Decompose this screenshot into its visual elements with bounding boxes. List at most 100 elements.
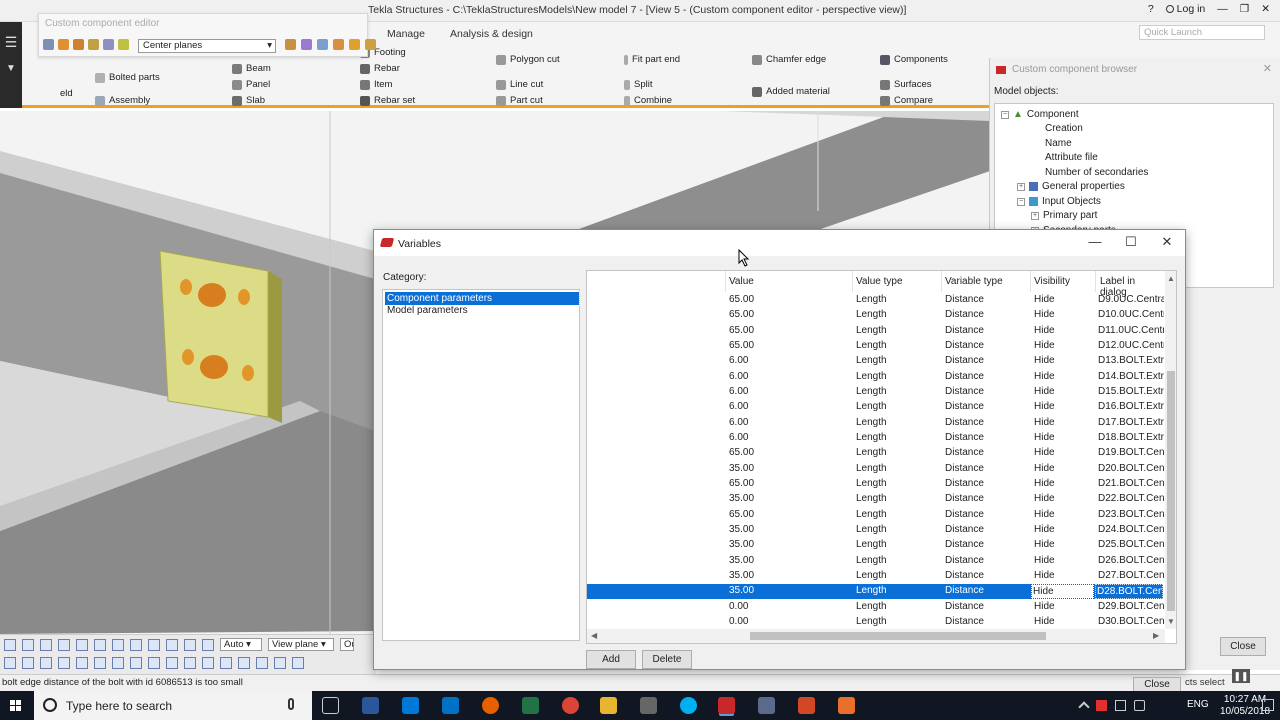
rebar-tool-icon[interactable] [365, 39, 376, 50]
cell-variable-type[interactable]: Distance [945, 493, 984, 504]
cell-label-in-dialog[interactable]: D30.BOLT.Cent [1098, 616, 1164, 627]
cell-visibility[interactable]: Hide [1034, 447, 1055, 458]
outline-select[interactable]: Ou [340, 638, 354, 651]
scroll-down-icon[interactable]: ▼ [1167, 617, 1175, 626]
select-parts-icon[interactable] [22, 638, 34, 651]
cell-label-in-dialog[interactable]: D25.BOLT.Cent [1098, 539, 1164, 550]
cell-value[interactable]: 35.00 [729, 539, 754, 550]
item-button[interactable]: Item [360, 79, 392, 90]
snap-perpendicular-icon[interactable] [166, 657, 178, 669]
snap-plane-icon[interactable] [220, 657, 232, 669]
menu-icon[interactable]: ☰ [0, 34, 22, 51]
cell-value-type[interactable]: Length [856, 371, 887, 382]
cell-visibility[interactable]: Hide [1034, 432, 1055, 443]
cell-visibility[interactable]: Hide [1034, 401, 1055, 412]
cell-value[interactable]: 65.00 [729, 447, 754, 458]
cell-value[interactable]: 6.00 [729, 355, 748, 366]
column-header-visibility[interactable]: Visibility [1034, 276, 1070, 287]
table-row[interactable]: 65.00 Length Distance Hide D10.0UC.Centra [587, 308, 1164, 323]
table-row[interactable]: 6.00 Length Distance Hide D16.BOLT.Extre [587, 400, 1164, 415]
cell-label-in-dialog[interactable]: D24.BOLT.Cent [1098, 524, 1164, 535]
cell-value[interactable]: 35.00 [729, 524, 754, 535]
snap-extension-icon[interactable] [184, 657, 196, 669]
cell-variable-type[interactable]: Distance [945, 585, 984, 596]
variables-grid[interactable]: Value Value type Variable type Visibilit… [586, 270, 1177, 644]
cell-value[interactable]: 35.00 [729, 585, 754, 596]
cell-label-in-dialog[interactable]: D29.BOLT.Cent [1098, 601, 1164, 612]
browser-close-button[interactable]: Close [1220, 637, 1266, 656]
microphone-icon[interactable] [288, 698, 294, 710]
column-separator[interactable] [725, 271, 726, 292]
table-row[interactable]: 35.00 Length Distance Hide D26.BOLT.Cent [587, 554, 1164, 569]
word-icon[interactable] [362, 697, 379, 714]
cell-visibility[interactable]: Hide [1034, 524, 1055, 535]
cell-visibility[interactable]: Hide [1034, 309, 1055, 320]
dimension-icon[interactable] [301, 39, 312, 50]
fitting-icon[interactable] [58, 39, 69, 50]
cell-visibility[interactable]: Hide [1034, 355, 1055, 366]
table-row[interactable]: 6.00 Length Distance Hide D15.BOLT.Extre [587, 385, 1164, 400]
cell-value[interactable]: 65.00 [729, 509, 754, 520]
snap-tangent-icon[interactable] [292, 657, 304, 669]
cell-variable-type[interactable]: Distance [945, 325, 984, 336]
volume-icon[interactable] [1134, 700, 1145, 711]
snap-pointer-icon[interactable] [4, 657, 16, 669]
cell-variable-type[interactable]: Distance [945, 524, 984, 535]
select-bolts-icon[interactable] [112, 638, 124, 651]
cell-value-type[interactable]: Length [856, 432, 887, 443]
cell-value-type[interactable]: Length [856, 463, 887, 474]
line-icon[interactable] [103, 39, 114, 50]
cell-label-in-dialog[interactable]: D28.BOLT.Cent [1095, 584, 1163, 600]
tree-node-creation[interactable]: Creation [1045, 123, 1083, 134]
bolted-parts-button[interactable]: Bolted parts [95, 72, 160, 83]
expand-icon[interactable]: + [1017, 182, 1025, 191]
column-header-variable-type[interactable]: Variable type [945, 276, 1003, 287]
skype-icon[interactable] [680, 697, 697, 714]
select-all-icon[interactable] [4, 638, 16, 651]
cell-value-type[interactable]: Length [856, 417, 887, 428]
table-row[interactable]: 65.00 Length Distance Hide D21.BOLT.Cent [587, 477, 1164, 492]
work-plane-select[interactable]: View plane ▾ [268, 638, 334, 651]
table-row[interactable]: 65.00 Length Distance Hide D11.0UC.Centra [587, 324, 1164, 339]
line-cut-button[interactable]: Line cut [496, 79, 543, 90]
cell-value-type[interactable]: Length [856, 585, 887, 596]
cell-visibility[interactable]: Hide [1034, 294, 1055, 305]
login-button[interactable]: Log in [1165, 3, 1205, 15]
table-row[interactable]: 6.00 Length Distance Hide D18.BOLT.Extre [587, 431, 1164, 446]
cell-visibility[interactable]: Hide [1031, 584, 1094, 600]
cell-value[interactable]: 0.00 [729, 616, 748, 627]
cell-label-in-dialog[interactable]: D16.BOLT.Extre [1098, 401, 1164, 412]
cell-value-type[interactable]: Length [856, 386, 887, 397]
bolt-tool-icon[interactable] [285, 39, 296, 50]
panel-button[interactable]: Panel [232, 79, 270, 90]
select-grids-icon[interactable] [58, 638, 70, 651]
scroll-up-icon[interactable]: ▲ [1167, 274, 1175, 283]
chamfer-edge-button[interactable]: Chamfer edge [752, 54, 826, 65]
cell-variable-type[interactable]: Distance [945, 417, 984, 428]
cell-label-in-dialog[interactable]: D21.BOLT.Cent [1098, 478, 1164, 489]
snap-line-icon[interactable] [112, 657, 124, 669]
tree-node-name[interactable]: Name [1045, 138, 1072, 149]
browser-close-icon[interactable]: ✕ [1263, 62, 1272, 75]
table-row[interactable]: 6.00 Length Distance Hide D17.BOLT.Extre [587, 416, 1164, 431]
table-row[interactable]: 0.00 Length Distance Hide D30.BOLT.Cent [587, 615, 1164, 630]
cell-visibility[interactable]: Hide [1034, 509, 1055, 520]
cell-value-type[interactable]: Length [856, 401, 887, 412]
close-window-button[interactable]: ✕ [1261, 3, 1270, 15]
cell-variable-type[interactable]: Distance [945, 355, 984, 366]
cell-value-type[interactable]: Length [856, 493, 887, 504]
table-row[interactable]: 65.00 Length Distance Hide D19.BOLT.Cent [587, 446, 1164, 461]
tekla-tool-icon[interactable] [838, 697, 855, 714]
cell-visibility[interactable]: Hide [1034, 371, 1055, 382]
task-view-icon[interactable] [322, 697, 339, 714]
cell-variable-type[interactable]: Distance [945, 539, 984, 550]
cell-variable-type[interactable]: Distance [945, 401, 984, 412]
cell-value[interactable]: 6.00 [729, 432, 748, 443]
scroll-right-icon[interactable]: ▶ [1153, 631, 1159, 640]
cut-icon[interactable] [73, 39, 84, 50]
surfaces-button[interactable]: Surfaces [880, 79, 932, 90]
select-object-icon[interactable] [202, 638, 214, 651]
snap-midpoint-icon[interactable] [148, 657, 160, 669]
snap-override-icon[interactable] [274, 657, 286, 669]
dialog-minimize-button[interactable]: — [1085, 234, 1105, 249]
